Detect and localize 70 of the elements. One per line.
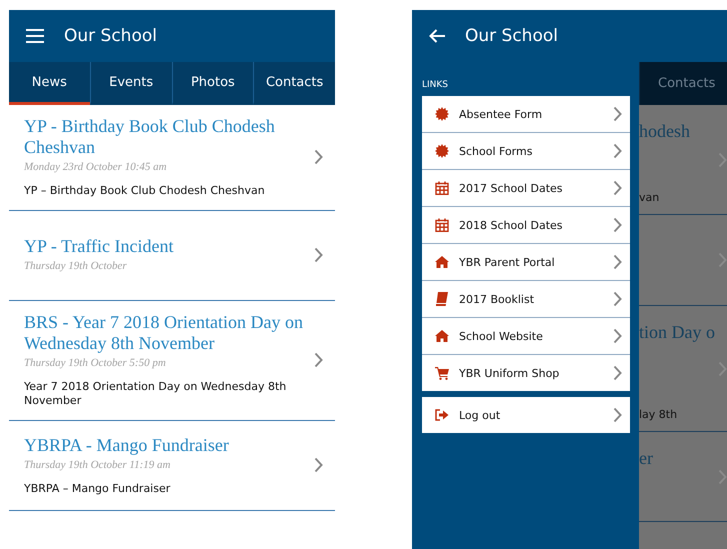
calendar-icon [435, 181, 449, 195]
home-icon [435, 256, 449, 268]
home-icon [435, 330, 449, 342]
news-date: Monday 23rd October 10:45 am [24, 160, 168, 175]
news-item[interactable]: YP - Traffic Incident Thursday 19th October [9, 211, 335, 301]
menu-item-label: Absentee Form [459, 108, 544, 120]
menu-item[interactable]: 2017 Booklist [422, 281, 630, 317]
news-summary: lay 8th [639, 408, 678, 421]
logout-label: Log out [459, 408, 502, 422]
menu-item-label: School Forms [459, 144, 534, 158]
chevron-icon [314, 352, 323, 368]
book-icon [435, 292, 449, 306]
news-title: YP - Traffic Incident [24, 236, 174, 256]
news-item[interactable]: YBRPA - Mango Fundraiser Thursday 19th October 11:19 am YBRPA – Mango Fundraiser [9, 421, 335, 511]
news-summary: van [639, 191, 660, 204]
news-date: Thursday 19th October 5:50 pm [24, 356, 167, 371]
menu-item[interactable]: YBR Uniform Shop [422, 355, 630, 391]
chevron-icon [613, 291, 622, 307]
news-title: BRS - Year 7 2018 Orientation Day on Wednesday 8th November [24, 312, 304, 354]
news-date: Thursday 19th October 11:19 am [24, 458, 172, 472]
chevron-icon [613, 407, 622, 423]
calendar-icon [435, 218, 449, 232]
tab[interactable]: Photos [172, 62, 254, 105]
chevron-icon [613, 106, 622, 122]
news-item[interactable]: BRS - Year 7 2018 Orientation Day on Wednesday 8th November Thursday 19th October 5:50 pm Year 7 2018 Orientation Day on Wednesday 8th November [9, 301, 335, 421]
menu-item-label: 2017 Booklist [459, 292, 536, 306]
news-title: YP - Birthday Book Club Chodesh Cheshvan [24, 116, 276, 158]
app-title: Our School [465, 26, 558, 46]
chevron-icon [613, 254, 622, 270]
tab[interactable]: Contacts [658, 76, 716, 91]
menu-icon[interactable] [26, 29, 44, 43]
cart-icon [435, 366, 449, 380]
menu-item[interactable]: Absentee Form [422, 96, 630, 132]
news-item[interactable]: YP - Birthday Book Club Chodesh Cheshvan Monday 23rd October 10:45 am YP – Birthday Book Club Chodesh Cheshvan [9, 105, 335, 211]
menu-item-label: 2017 School Dates [459, 182, 564, 194]
chevron-icon [613, 217, 622, 233]
menu-item-label: YBR Parent Portal [459, 256, 556, 268]
badge-icon [435, 107, 449, 121]
app-title: Our School [64, 26, 157, 46]
news-title: hodesh [639, 121, 690, 142]
news-title: YBRPA - Mango Fundraiser [24, 434, 230, 456]
menu-item-label: 2018 School Dates [459, 218, 564, 232]
chevron-icon [314, 457, 323, 473]
chevron-icon [314, 247, 323, 263]
menu-item[interactable]: School Forms [422, 133, 630, 169]
tab[interactable]: Events [90, 62, 172, 105]
back-arrow-icon[interactable] [429, 29, 445, 43]
chevron-icon [613, 328, 622, 344]
logout-icon [435, 409, 449, 421]
menu-item-label: School Website [459, 330, 544, 342]
tab[interactable]: News [9, 62, 90, 105]
menu-item[interactable]: YBR Parent Portal [422, 244, 630, 280]
chevron-icon [613, 365, 622, 381]
menu-item[interactable]: 2017 School Dates [422, 170, 630, 206]
menu-item[interactable]: School Website [422, 318, 630, 354]
chevron-icon [613, 143, 622, 159]
section-label: LINKS [422, 80, 450, 90]
chevron-icon [314, 149, 323, 165]
logout-item[interactable]: Log out [422, 397, 630, 433]
chevron-icon [613, 180, 622, 196]
news-title: tion Day o [639, 322, 715, 343]
news-summary: YP – Birthday Book Club Chodesh Cheshvan [24, 184, 266, 198]
news-title: er [639, 448, 653, 469]
news-date: Thursday 19th October [24, 258, 128, 274]
badge-icon [435, 144, 449, 158]
news-summary: Year 7 2018 Orientation Day on Wednesday 8th November [24, 380, 288, 408]
menu-item[interactable]: 2018 School Dates [422, 207, 630, 243]
menu-item-label: YBR Uniform Shop [459, 366, 560, 380]
tab[interactable]: Contacts [253, 62, 335, 105]
news-summary: YBRPA – Mango Fundraiser [24, 482, 172, 496]
